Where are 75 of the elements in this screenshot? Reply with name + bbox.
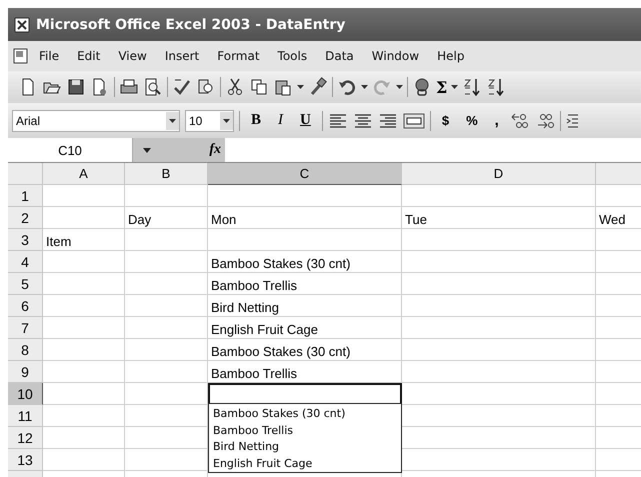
autosum-button[interactable]: Σ	[436, 78, 448, 96]
workbook-icon[interactable]	[12, 47, 30, 65]
table-cell: Bamboo Stakes (30 cnt)	[208, 339, 402, 361]
list-item[interactable]: Bamboo Trellis	[213, 422, 397, 439]
list-item[interactable]: Bird Netting	[213, 439, 397, 456]
sort-descending-icon[interactable]	[486, 77, 506, 97]
align-center-icon[interactable]	[352, 112, 373, 128]
caret-icon[interactable]	[361, 85, 368, 89]
menu-item[interactable]: Tools	[268, 49, 316, 63]
font-dropdown[interactable]: Arial	[12, 110, 180, 132]
row-header[interactable]: 11	[8, 405, 43, 427]
indent-icon[interactable]	[566, 112, 578, 128]
row-header[interactable]: 3	[8, 229, 43, 251]
table-cell: Bamboo Trellis	[208, 361, 402, 383]
row-header[interactable]: 6	[8, 295, 43, 317]
spreadsheet-icon	[14, 16, 30, 32]
caret-icon[interactable]	[169, 118, 176, 122]
table-cell: Day	[125, 207, 208, 229]
menu-item[interactable]: View	[109, 49, 156, 63]
insert-function-button[interactable]: fx	[209, 142, 221, 158]
table-cell: Bamboo Trellis	[208, 273, 402, 295]
row-header[interactable]: 7	[8, 317, 43, 339]
merge-center-icon[interactable]	[402, 112, 425, 128]
menu-item[interactable]: File	[30, 49, 68, 63]
bold-button[interactable]: B	[245, 112, 268, 129]
save-icon[interactable]	[66, 77, 86, 97]
caret-icon[interactable]	[396, 85, 403, 89]
row-header[interactable]: 1	[8, 185, 43, 207]
list-item[interactable]: Bamboo Stakes (30 cnt)	[213, 406, 397, 422]
menu-item[interactable]: Window	[362, 49, 428, 63]
table-cell: Bird Netting	[208, 295, 402, 317]
row-header[interactable]: 13	[8, 449, 43, 471]
column-header[interactable]: A	[43, 163, 125, 185]
copy-icon[interactable]	[249, 77, 269, 97]
caret-icon[interactable]	[223, 118, 230, 122]
row-header[interactable]: 4	[8, 251, 43, 273]
caret-icon[interactable]	[297, 85, 304, 89]
caret-icon[interactable]	[451, 85, 458, 89]
row-header[interactable]: 9	[8, 361, 43, 383]
table-cell: Wed	[596, 207, 641, 229]
underline-button[interactable]: U	[294, 112, 317, 129]
menu-item[interactable]: Edit	[68, 49, 110, 63]
italic-button[interactable]: I	[272, 112, 290, 129]
row-header[interactable]: 8	[8, 339, 43, 361]
table-cell: English Fruit Cage	[208, 317, 402, 339]
table-cell: Item	[43, 229, 125, 251]
row-header[interactable]: 10	[8, 383, 43, 405]
table-cell: Bamboo Stakes (30 cnt)	[208, 251, 402, 273]
window-title: Microsoft Office Excel 2003 - DataEntry	[36, 16, 346, 32]
comma-style-button[interactable]: ,	[488, 112, 505, 129]
row-header[interactable]: 12	[8, 427, 43, 449]
table-cell: Mon	[208, 207, 402, 229]
font-size-dropdown[interactable]: 10	[185, 110, 234, 132]
menu-item[interactable]: Help	[428, 49, 474, 63]
increase-decimal-icon[interactable]	[510, 112, 530, 128]
format-painter-icon[interactable]	[308, 77, 328, 97]
sort-ascending-icon[interactable]	[462, 77, 482, 97]
percent-button[interactable]: %	[460, 113, 484, 128]
menu-item[interactable]: Format	[208, 49, 269, 63]
caret-icon[interactable]	[143, 148, 151, 152]
column-header[interactable]: B	[125, 163, 208, 185]
table-cell: Tue	[402, 207, 596, 229]
row-header[interactable]: 5	[8, 273, 43, 295]
menu-item[interactable]: Data	[316, 49, 363, 63]
align-right-icon[interactable]	[378, 112, 398, 128]
spelling-icon[interactable]	[172, 77, 192, 97]
align-left-icon[interactable]	[328, 112, 348, 128]
menu-item[interactable]: Insert	[156, 49, 208, 63]
row-header[interactable]: 2	[8, 207, 43, 229]
currency-button[interactable]: $	[436, 113, 456, 128]
list-item[interactable]: English Fruit Cage	[213, 456, 397, 472]
print-preview-icon[interactable]	[143, 77, 163, 97]
column-header[interactable]: C	[208, 163, 402, 185]
cut-icon[interactable]	[225, 77, 245, 97]
column-header[interactable]: D	[402, 163, 596, 185]
